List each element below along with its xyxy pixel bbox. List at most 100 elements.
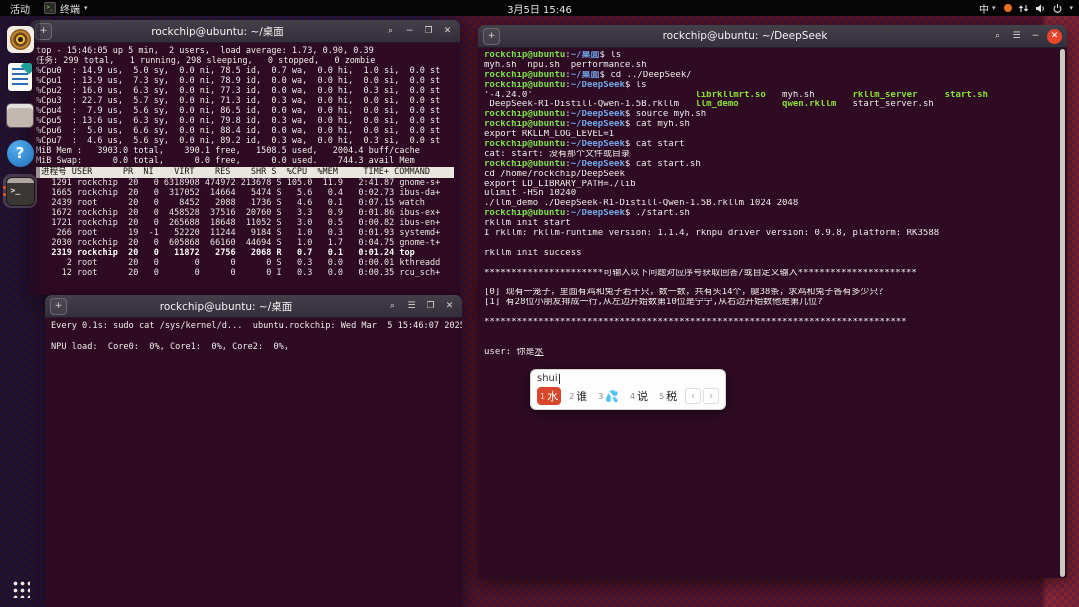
search-icon[interactable]: ⌕ — [385, 299, 400, 314]
chevron-down-icon: ▾ — [992, 4, 996, 12]
terminal-app-indicator-icon: >_ — [44, 2, 56, 14]
terminal-line — [484, 239, 1055, 249]
help-app-icon: ? — [7, 140, 34, 167]
terminal-line: rockchip@ubuntu:~/DeepSeek$ cat start — [484, 140, 1055, 150]
terminal-line — [484, 328, 1055, 338]
terminal-line: rkllm init start — [484, 219, 1055, 229]
ime-next-page-button[interactable]: › — [703, 388, 719, 404]
ime-preedit-text: shui — [537, 373, 558, 384]
ime-candidate[interactable]: 4说 — [627, 387, 651, 405]
terminal-line: '-4.24.0' librkllmrt.so myh.sh rkllm_ser… — [484, 91, 1055, 101]
new-tab-button[interactable]: + — [50, 298, 67, 315]
terminal-line: user: 你是水 — [484, 348, 1055, 358]
files-app-icon — [7, 104, 33, 127]
terminal-line — [484, 259, 1055, 269]
terminal-line: rockchip@ubuntu:~/DeepSeek$ source myh.s… — [484, 110, 1055, 120]
terminal-line: ./llm_demo ./DeepSeek-R1-Distill-Qwen-1.… — [484, 199, 1055, 209]
dock: ? >_ — [0, 16, 40, 607]
terminal-line: rockchip@ubuntu:~/DeepSeek$ cat myh.sh — [484, 120, 1055, 130]
terminal-line: rockchip@ubuntu:~/DeepSeek$ ls — [484, 81, 1055, 91]
ime-caret — [559, 374, 560, 384]
terminal-line: I rkllm: rkllm-runtime version: 1.1.4, r… — [484, 229, 1055, 239]
scrollbar[interactable] — [1060, 49, 1065, 577]
maximize-button[interactable]: ❐ — [421, 24, 436, 39]
terminal-line: rockchip@ubuntu:~/DeepSeek$ cat start.sh — [484, 160, 1055, 170]
process-row: 2319 rockchip 20 0 11872 2756 2068 R 0.7… — [36, 248, 454, 258]
terminal-line: export LD_LIBRARY_PATH=./lib — [484, 180, 1055, 190]
top-bar: 活动 >_ 终端 ▾ 3月5日 15:46 中 ▾ — [0, 0, 1079, 16]
close-button[interactable]: ✕ — [440, 24, 455, 39]
chevron-down-icon: ▾ — [84, 4, 88, 12]
ime-candidate[interactable]: 2谁 — [566, 387, 590, 405]
menu-icon[interactable]: ☰ — [404, 299, 419, 314]
terminal-line: rockchip@ubuntu:~/桌面$ cd ../DeepSeek/ — [484, 71, 1055, 81]
terminal-output-deepseek[interactable]: rockchip@ubuntu:~/桌面$ lsmyh.sh npu.sh pe… — [478, 48, 1067, 578]
terminal-line: [1] 有28位小朋友排成一行,从左边开始数第10位是宁宁,从右边开始数他是第几… — [484, 298, 1055, 308]
writer-app-icon — [8, 63, 32, 91]
ime-candidate[interactable]: 1水 — [537, 387, 561, 405]
show-applications-button[interactable] — [11, 579, 30, 598]
ime-candidate-list: 1水 2谁 3💦 4说 5税 — [537, 387, 680, 405]
network-icon — [1018, 3, 1029, 14]
system-status-area[interactable]: ▾ — [1004, 3, 1073, 14]
terminal-line: myh.sh npu.sh performance.sh — [484, 61, 1055, 71]
top-summary: top - 15:46:05 up 5 min, 2 users, load a… — [36, 46, 454, 166]
ime-prev-page-button[interactable]: ‹ — [685, 388, 701, 404]
terminal-app-icon: >_ — [6, 177, 35, 206]
activities-button[interactable]: 活动 — [6, 1, 34, 16]
desktop: 活动 >_ 终端 ▾ 3月5日 15:46 中 ▾ — [0, 0, 1079, 607]
chevron-down-icon: ▾ — [1069, 4, 1073, 12]
process-table: 1291 rockchip 20 0 6318908 474972 213678… — [36, 178, 454, 278]
new-tab-button[interactable]: + — [483, 28, 500, 45]
terminal-output-watch[interactable]: Every 0.1s: sudo cat /sys/kernel/d... ub… — [45, 318, 462, 607]
window-deepseek: + rockchip@ubuntu: ~/DeepSeek ⌕ ☰ − ✕ ro… — [478, 25, 1067, 578]
terminal-line: export RKLLM_LOG_LEVEL=1 — [484, 130, 1055, 140]
ime-candidate[interactable]: 3💦 — [595, 387, 622, 405]
process-row: 1721 rockchip 20 0 265688 18648 11052 S … — [36, 218, 454, 228]
terminal-output-top[interactable]: top - 15:46:05 up 5 min, 2 users, load a… — [30, 43, 460, 295]
menu-icon[interactable]: ☰ — [1009, 29, 1024, 44]
music-app-icon — [7, 26, 34, 53]
terminal-line: rockchip@ubuntu:~/DeepSeek$ ./start.sh — [484, 209, 1055, 219]
process-row: 2439 root 20 0 8452 2088 1736 S 4.6 0.1 … — [36, 198, 454, 208]
titlebar[interactable]: + rockchip@ubuntu: ~/桌面 ⌕ ☰ ❐ ✕ — [45, 295, 462, 318]
input-method-label: 中 — [979, 1, 989, 16]
minimize-button[interactable]: − — [402, 24, 417, 39]
close-button[interactable]: ✕ — [1047, 29, 1062, 44]
dock-item-terminal[interactable]: >_ — [3, 174, 37, 208]
terminal-line: cat: start: 没有那个文件或目录 — [484, 150, 1055, 160]
terminal-line — [484, 278, 1055, 288]
window-title: rockchip@ubuntu: ~/DeepSeek — [504, 30, 986, 42]
titlebar[interactable]: + rockchip@ubuntu: ~/桌面 ⌕ − ❐ ✕ — [30, 20, 460, 43]
volume-icon — [1035, 3, 1046, 14]
dock-item-files[interactable] — [3, 98, 37, 132]
dock-item-music[interactable] — [3, 22, 37, 56]
terminal-line — [484, 308, 1055, 318]
process-row: 2030 rockchip 20 0 605868 66160 44694 S … — [36, 238, 454, 248]
close-button[interactable]: ✕ — [442, 299, 457, 314]
clock[interactable]: 3月5日 15:46 — [507, 1, 572, 16]
terminal-line: **********************可输入以下问题对应序号获取回答/或自… — [484, 269, 1055, 279]
terminal-line: cd /home/rockchip/DeepSeek — [484, 170, 1055, 180]
watch-output: Every 0.1s: sudo cat /sys/kernel/d... ub… — [51, 321, 456, 353]
window-npu-watch: + rockchip@ubuntu: ~/桌面 ⌕ ☰ ❐ ✕ Every 0.… — [45, 295, 462, 607]
window-title: rockchip@ubuntu: ~/桌面 — [56, 24, 379, 39]
app-menu-button[interactable]: >_ 终端 ▾ — [44, 1, 88, 16]
dock-item-help[interactable]: ? — [3, 136, 37, 170]
dock-item-writer[interactable] — [3, 60, 37, 94]
titlebar[interactable]: + rockchip@ubuntu: ~/DeepSeek ⌕ ☰ − ✕ — [478, 25, 1067, 48]
minimize-button[interactable]: − — [1028, 29, 1043, 44]
ime-candidate[interactable]: 5税 — [656, 387, 680, 405]
power-icon — [1052, 3, 1063, 14]
input-method-indicator[interactable]: 中 ▾ — [979, 1, 996, 16]
terminal-line: [0] 现有一笼子，里面有鸡和兔子若干只，数一数，共有头14个，腿38条，求鸡和… — [484, 288, 1055, 298]
process-row: 1291 rockchip 20 0 6318908 474972 213678… — [36, 178, 454, 188]
terminal-line: rkllm init success — [484, 249, 1055, 259]
window-top-monitor: + rockchip@ubuntu: ~/桌面 ⌕ − ❐ ✕ top - 15… — [30, 20, 460, 295]
search-icon[interactable]: ⌕ — [990, 29, 1005, 44]
search-icon[interactable]: ⌕ — [383, 24, 398, 39]
process-row: 1665 rockchip 20 0 317052 14664 5474 S 5… — [36, 188, 454, 198]
terminal-line: DeepSeek-R1-Distill-Qwen-1.5B.rkllm llm_… — [484, 100, 1055, 110]
app-menu-label: 终端 — [60, 1, 80, 16]
maximize-button[interactable]: ❐ — [423, 299, 438, 314]
